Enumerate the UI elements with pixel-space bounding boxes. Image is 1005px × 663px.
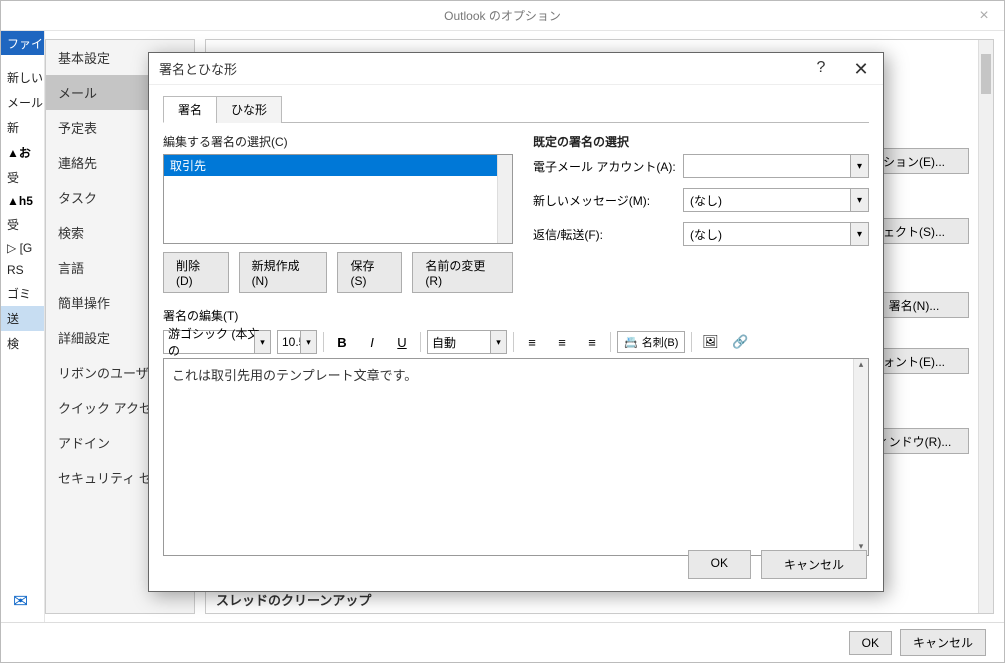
font-color-select[interactable]: 自動▾ <box>427 330 507 354</box>
nav-fragment: 送 <box>1 306 44 331</box>
new-button[interactable]: 新規作成(N) <box>239 252 328 293</box>
editor-toolbar: 游ゴシック (本文の▾ 10.5▾ B I U 自動▾ ≡ ≡ ≡ 📇名刺(B)… <box>163 330 869 354</box>
dialog-body: 署名 ひな形 編集する署名の選択(C) 取引先 削除(D) 新規作成(N) 保存… <box>149 85 883 566</box>
listbox-scrollbar[interactable] <box>497 155 512 243</box>
scrollbar-thumb[interactable] <box>981 54 991 94</box>
dialog-cancel-button[interactable]: キャンセル <box>761 550 867 579</box>
link-button[interactable]: 🔗 <box>728 330 752 354</box>
nav-fragment: RS <box>1 259 44 281</box>
options-cancel-button[interactable]: キャンセル <box>900 629 986 656</box>
align-right-button[interactable]: ≡ <box>580 330 604 354</box>
options-close-icon[interactable]: × <box>964 1 1004 31</box>
account-field: 電子メール アカウント(A): ▾ <box>533 154 869 178</box>
underline-button[interactable]: U <box>390 330 414 354</box>
outlook-left-nav-strip: ファイ 新しいメール新▲お受▲h5受▷ [GRSゴミ送検 ✉ <box>1 31 45 622</box>
chevron-down-icon: ▾ <box>254 331 270 353</box>
thread-cleanup-heading: スレッドのクリーンアップ <box>216 590 371 609</box>
tab-stationery[interactable]: ひな形 <box>216 96 282 123</box>
reply-label: 返信/転送(F): <box>533 226 683 243</box>
nav-fragment: ▲h5 <box>1 190 44 212</box>
scroll-up-icon[interactable]: ▴ <box>854 359 868 373</box>
align-left-button[interactable]: ≡ <box>520 330 544 354</box>
italic-button[interactable]: I <box>360 330 384 354</box>
delete-button[interactable]: 削除(D) <box>163 252 229 293</box>
new-message-label: 新しいメッセージ(M): <box>533 192 683 209</box>
chevron-down-icon: ▾ <box>300 331 316 353</box>
separator <box>420 332 421 352</box>
dialog-titlebar: 署名とひな形 ? ✕ <box>149 53 883 85</box>
nav-fragment: 新しい <box>1 65 44 90</box>
options-ok-button[interactable]: OK <box>849 631 892 655</box>
chevron-down-icon: ▾ <box>850 155 868 177</box>
dialog-tabs: 署名 ひな形 <box>163 95 869 123</box>
nav-fragment: メール <box>1 90 44 115</box>
close-icon[interactable]: ✕ <box>847 59 875 80</box>
mail-icon: ✉ <box>13 591 28 612</box>
nav-fragment: 新 <box>1 115 44 140</box>
new-message-field: 新しいメッセージ(M): (なし)▾ <box>533 188 869 212</box>
card-icon: 📇 <box>624 336 638 349</box>
options-titlebar: Outlook のオプション × <box>1 1 1004 31</box>
separator <box>610 332 611 352</box>
dialog-title: 署名とひな形 <box>159 59 237 78</box>
separator <box>323 332 324 352</box>
signature-dialog: 署名とひな形 ? ✕ 署名 ひな形 編集する署名の選択(C) 取引先 削除(D)… <box>148 52 884 592</box>
signature-listbox[interactable]: 取引先 <box>163 154 513 244</box>
options-title: Outlook のオプション <box>444 7 561 24</box>
business-card-button[interactable]: 📇名刺(B) <box>617 331 685 353</box>
file-tab[interactable]: ファイ <box>1 31 44 55</box>
rename-button[interactable]: 名前の変更(R) <box>412 252 513 293</box>
signature-buttons: 削除(D) 新規作成(N) 保存(S) 名前の変更(R) <box>163 252 513 293</box>
editor-scrollbar[interactable]: ▴ ▾ <box>853 359 868 555</box>
new-message-select[interactable]: (なし)▾ <box>683 188 869 212</box>
nav-fragment: ▷ [G <box>1 237 44 259</box>
reply-field: 返信/転送(F): (なし)▾ <box>533 222 869 246</box>
nav-fragment: 検 <box>1 331 44 356</box>
nav-fragment: ▲お <box>1 140 44 165</box>
size-select[interactable]: 10.5▾ <box>277 330 317 354</box>
save-button[interactable]: 保存(S) <box>337 252 402 293</box>
help-icon[interactable]: ? <box>809 59 833 77</box>
signature-item-selected[interactable]: 取引先 <box>164 155 512 176</box>
chevron-down-icon: ▾ <box>850 189 868 211</box>
dialog-footer: OK キャンセル <box>688 550 867 579</box>
select-signature-label: 編集する署名の選択(C) <box>163 133 513 150</box>
options-scrollbar[interactable] <box>978 40 993 613</box>
signature-select-col: 編集する署名の選択(C) 取引先 削除(D) 新規作成(N) 保存(S) 名前の… <box>163 133 513 293</box>
align-center-button[interactable]: ≡ <box>550 330 574 354</box>
chevron-down-icon: ▾ <box>850 223 868 245</box>
signature-editor[interactable]: これは取引先用のテンプレート文章です。 ▴ ▾ <box>163 358 869 556</box>
nav-fragment: ゴミ <box>1 281 44 306</box>
separator <box>691 332 692 352</box>
bold-button[interactable]: B <box>330 330 354 354</box>
dialog-ok-button[interactable]: OK <box>688 550 751 579</box>
options-footer: OK キャンセル <box>1 622 1004 662</box>
nav-fragment: 受 <box>1 212 44 237</box>
editor-text[interactable]: これは取引先用のテンプレート文章です。 <box>164 359 868 390</box>
top-row: 編集する署名の選択(C) 取引先 削除(D) 新規作成(N) 保存(S) 名前の… <box>163 133 869 293</box>
account-label: 電子メール アカウント(A): <box>533 158 683 175</box>
reply-select[interactable]: (なし)▾ <box>683 222 869 246</box>
default-signature-col: 既定の署名の選択 電子メール アカウント(A): ▾ 新しいメッセージ(M): … <box>533 133 869 293</box>
edit-signature-label: 署名の編集(T) <box>163 307 869 324</box>
separator <box>513 332 514 352</box>
chevron-down-icon: ▾ <box>490 331 506 353</box>
picture-button[interactable]: 🖼 <box>698 330 722 354</box>
tab-signature[interactable]: 署名 <box>163 96 217 123</box>
account-select[interactable]: ▾ <box>683 154 869 178</box>
font-select[interactable]: 游ゴシック (本文の▾ <box>163 330 271 354</box>
nav-fragment: 受 <box>1 165 44 190</box>
default-signature-label: 既定の署名の選択 <box>533 133 869 150</box>
